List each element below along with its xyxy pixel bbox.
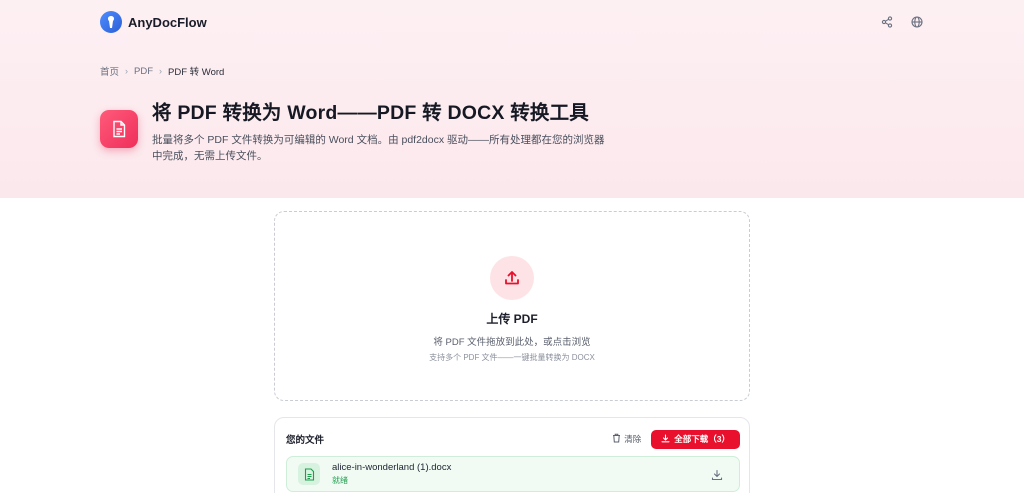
brand-name: AnyDocFlow	[128, 14, 207, 30]
download-all-label: 全部下载（3）	[674, 434, 730, 444]
logo-icon	[100, 11, 122, 33]
upload-title: 上传 PDF	[486, 312, 538, 326]
clear-button[interactable]: 清除	[612, 433, 641, 445]
file-row[interactable]: alice-in-wonderland (1).docx 就绪	[286, 456, 740, 492]
download-icon	[661, 433, 670, 445]
top-bar: AnyDocFlow	[100, 10, 924, 34]
breadcrumb-home[interactable]: 首页	[100, 64, 119, 78]
files-title: 您的文件	[286, 435, 325, 446]
files-header: 您的文件 清除 全部下载（3）	[286, 429, 740, 449]
title-text: 将 PDF 转换为 Word——PDF 转 DOCX 转换工具 批量将多个 PD…	[152, 96, 607, 164]
file-download-icon[interactable]	[711, 468, 725, 482]
upload-dropzone[interactable]: 上传 PDF 将 PDF 文件拖放到此处，或点击浏览 支持多个 PDF 文件——…	[274, 211, 750, 401]
file-status: 就绪	[332, 476, 348, 485]
page-description: 批量将多个 PDF 文件转换为可编辑的 Word 文档。由 pdf2docx 驱…	[152, 134, 605, 162]
clear-label: 清除	[624, 434, 642, 444]
breadcrumb-pdf[interactable]: PDF	[134, 66, 153, 77]
file-name: alice-in-wonderland (1).docx	[332, 462, 452, 473]
download-all-button[interactable]: 全部下载（3）	[651, 429, 740, 449]
files-panel: 您的文件 清除 全部下载（3） alice-in-wonderland (1).…	[274, 417, 750, 493]
breadcrumb: 首页 › PDF › PDF 转 Word	[100, 64, 225, 79]
upload-hint: 支持多个 PDF 文件——一键批量转换为 DOCX	[429, 353, 595, 362]
file-info: alice-in-wonderland (1).docx 就绪	[332, 462, 451, 486]
document-icon	[100, 110, 138, 148]
page-title: 将 PDF 转换为 Word——PDF 转 DOCX 转换工具	[152, 102, 590, 124]
breadcrumb-current: PDF 转 Word	[168, 67, 225, 78]
chevron-right-icon: ›	[125, 66, 129, 76]
upload-icon	[490, 256, 534, 300]
title-block: 将 PDF 转换为 Word——PDF 转 DOCX 转换工具 批量将多个 PD…	[100, 96, 607, 164]
upload-subtitle: 将 PDF 文件拖放到此处，或点击浏览	[433, 337, 591, 348]
brand[interactable]: AnyDocFlow	[100, 11, 207, 33]
share-icon[interactable]	[880, 15, 894, 29]
globe-icon[interactable]	[910, 15, 924, 29]
top-icons	[880, 15, 924, 29]
trash-icon	[612, 433, 621, 445]
docx-file-icon	[298, 463, 320, 485]
chevron-right-icon: ›	[159, 66, 163, 76]
files-actions: 清除 全部下载（3）	[612, 429, 740, 449]
